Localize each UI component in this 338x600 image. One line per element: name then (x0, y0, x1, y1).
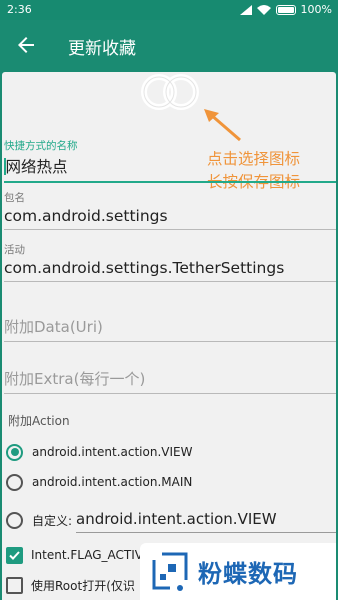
checkbox-flag-activity[interactable]: Intent.FLAG_ACTIV (6, 544, 143, 566)
status-bar: 2:36 100% (0, 0, 338, 20)
custom-action-input[interactable]: android.intent.action.VIEW (76, 510, 336, 533)
data-uri-placeholder: 附加Data(Uri) (4, 318, 103, 336)
shortcut-name-label: 快捷方式的名称 (4, 140, 78, 152)
page-title: 更新收藏 (68, 39, 136, 59)
radio-selected-icon[interactable] (6, 443, 23, 461)
status-icons: 100% (239, 3, 332, 16)
wifi-icon (256, 4, 271, 15)
battery-level: 100% (300, 3, 332, 16)
radio-action-custom[interactable]: 自定义: (6, 508, 72, 532)
activity-value: com.android.settings.TetherSettings (4, 259, 285, 277)
radio-action-main[interactable]: android.intent.action.MAIN (6, 470, 192, 494)
signal-icon (239, 4, 252, 15)
extra-field[interactable]: 附加Extra(每行一个) (4, 368, 336, 394)
shortcut-name-value: 网络热点 (5, 158, 68, 176)
activity-label: 活动 (4, 244, 25, 256)
checkbox-unchecked-icon[interactable] (6, 576, 23, 594)
custom-action-underline (76, 532, 336, 533)
extra-placeholder: 附加Extra(每行一个) (4, 370, 146, 388)
back-arrow-icon[interactable] (14, 33, 38, 57)
radio-unselected-icon[interactable] (6, 473, 23, 491)
battery-icon (275, 4, 296, 15)
extra-underline (4, 393, 336, 394)
data-uri-underline (4, 341, 336, 342)
data-uri-field[interactable]: 附加Data(Uri) (4, 316, 336, 342)
watermark-text: 粉蝶数码 (198, 560, 298, 588)
checkbox-checked-icon[interactable] (6, 546, 23, 564)
package-label: 包名 (4, 192, 25, 204)
activity-field[interactable]: 活动 com.android.settings.TetherSettings (4, 242, 336, 282)
shortcut-icon[interactable] (130, 72, 210, 116)
app-bar: 更新收藏 (0, 20, 338, 72)
action-section-label: 附加Action (8, 414, 70, 428)
watermark-logo-icon (152, 552, 188, 591)
shortcut-name-underline (4, 181, 336, 183)
radio-unselected-icon[interactable] (6, 511, 23, 529)
checkbox-root-open[interactable]: 使用Root打开(仅识 (6, 574, 135, 596)
radio-action-view[interactable]: android.intent.action.VIEW (6, 440, 192, 464)
custom-action-value: android.intent.action.VIEW (76, 510, 277, 528)
watermark: 粉蝶数码 (140, 543, 336, 600)
shortcut-name-value-row: 网络热点 (4, 155, 336, 177)
package-underline (4, 229, 336, 230)
status-time: 2:36 (7, 3, 32, 16)
radio-label: android.intent.action.VIEW (32, 445, 193, 459)
edit-form: 点击选择图标 长按保存图标 快捷方式的名称 网络热点 包名 com.androi… (2, 72, 336, 600)
shortcut-name-field[interactable]: 快捷方式的名称 网络热点 (4, 138, 336, 183)
checkbox-label: 使用Root打开(仅识 (31, 578, 135, 593)
package-value: com.android.settings (4, 207, 168, 225)
package-field[interactable]: 包名 com.android.settings (4, 190, 336, 230)
radio-label: 自定义: (32, 513, 73, 528)
radio-label: android.intent.action.MAIN (32, 475, 193, 489)
activity-underline (4, 281, 336, 282)
checkbox-label: Intent.FLAG_ACTIV (31, 548, 143, 562)
